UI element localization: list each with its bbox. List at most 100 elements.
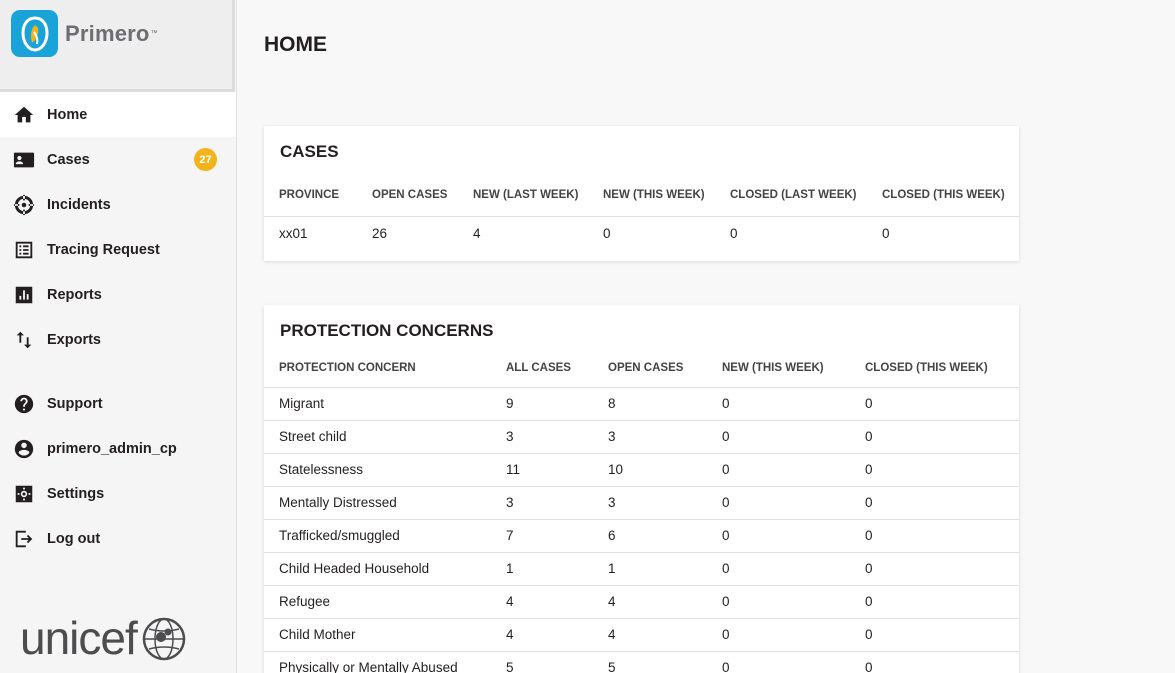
nav-item-incidents[interactable]: Incidents [0, 182, 236, 227]
primero-logo[interactable]: Primero ™ [11, 10, 158, 57]
table-cell: 5 [593, 650, 707, 673]
nav-item-label: Support [47, 395, 103, 412]
nav-item-label: Reports [47, 286, 102, 303]
column-header[interactable]: ALL CASES [491, 343, 593, 387]
table-row[interactable]: Migrant 9 8 0 0 [264, 386, 1019, 420]
table-cell: 3 [593, 419, 707, 453]
cases-card-icon [12, 148, 36, 172]
table-row[interactable]: Street child 3 3 0 0 [264, 419, 1019, 453]
unicef-wordmark: unicef [20, 612, 138, 664]
nav-item-user[interactable]: primero_admin_cp [0, 426, 236, 471]
nav-item-label: Incidents [47, 196, 111, 213]
page-title: HOME [264, 33, 327, 56]
column-header[interactable]: NEW (THIS WEEK) [707, 343, 850, 387]
help-icon [12, 392, 36, 416]
nav-item-label: Tracing Request [47, 241, 160, 258]
table-row[interactable]: Physically or Mentally Abused 5 5 0 0 [264, 650, 1019, 673]
column-header[interactable]: NEW (LAST WEEK) [458, 168, 588, 216]
main-content: HOME CASES PROVINCE OPEN CASES NEW (LAST… [237, 0, 1175, 673]
table-cell: Trafficked/smuggled [264, 518, 491, 552]
table-cell: Child Mother [264, 617, 491, 651]
table-cell: 0 [850, 584, 1019, 618]
table-cell: 9 [491, 386, 593, 420]
table-cell: 1 [491, 551, 593, 585]
table-cell: 0 [707, 551, 850, 585]
table-cell: 0 [588, 215, 715, 250]
table-row[interactable]: Child Headed Household 1 1 0 0 [264, 551, 1019, 585]
user-icon [12, 437, 36, 461]
nav-item-label: Home [47, 106, 88, 123]
table-cell: 0 [707, 485, 850, 519]
protection-concerns-title: PROTECTION CONCERNS [280, 321, 494, 340]
table-cell: 4 [491, 617, 593, 651]
column-header[interactable]: OPEN CASES [593, 343, 707, 387]
nav-item-label: Settings [47, 485, 105, 502]
column-header[interactable]: CLOSED (THIS WEEK) [867, 168, 1019, 216]
table-cell: 0 [850, 518, 1019, 552]
column-header[interactable]: OPEN CASES [357, 168, 458, 216]
nav-item-label: Exports [47, 331, 101, 348]
column-header[interactable]: NEW (THIS WEEK) [588, 168, 715, 216]
table-cell: 7 [491, 518, 593, 552]
column-header[interactable]: CLOSED (LAST WEEK) [715, 168, 867, 216]
table-cell: 0 [850, 551, 1019, 585]
nav-divider [0, 362, 236, 381]
primero-logo-icon [11, 10, 58, 57]
table-row[interactable]: Refugee 4 4 0 0 [264, 584, 1019, 618]
table-cell: 0 [850, 485, 1019, 519]
table-cell: 0 [707, 452, 850, 486]
table-header-row: PROTECTION CONCERN ALL CASES OPEN CASES … [264, 343, 1019, 387]
nav-item-label: Log out [47, 530, 101, 547]
table-cell: 0 [707, 419, 850, 453]
trademark: ™ [150, 30, 158, 37]
table-cell: Mentally Distressed [264, 485, 491, 519]
table-header-row: PROVINCE OPEN CASES NEW (LAST WEEK) NEW … [264, 168, 1019, 216]
table-cell: 0 [850, 617, 1019, 651]
nav-item-tracing-request[interactable]: Tracing Request [0, 227, 236, 272]
table-cell: 4 [458, 215, 588, 250]
column-header[interactable]: PROVINCE [264, 168, 357, 216]
nav-item-support[interactable]: Support [0, 381, 236, 426]
nav-item-settings[interactable]: Settings [0, 471, 236, 516]
table-row[interactable]: Statelessness 11 10 0 0 [264, 452, 1019, 486]
table-cell: 3 [491, 419, 593, 453]
table-cell: Migrant [264, 386, 491, 420]
nav-item-label: primero_admin_cp [47, 440, 177, 457]
table-cell: 26 [357, 215, 458, 250]
table-cell: 0 [850, 452, 1019, 486]
table-cell: 4 [593, 617, 707, 651]
table-row[interactable]: Trafficked/smuggled 7 6 0 0 [264, 518, 1019, 552]
table-cell: 11 [491, 452, 593, 486]
nav-item-logout[interactable]: Log out [0, 516, 236, 561]
sidebar-header: Primero ™ [0, 0, 235, 92]
column-header[interactable]: PROTECTION CONCERN [264, 343, 491, 387]
nav-item-exports[interactable]: Exports [0, 317, 236, 362]
unicef-globe-icon [142, 617, 185, 661]
home-icon [12, 103, 36, 127]
exports-icon [12, 328, 36, 352]
table-cell: 1 [593, 551, 707, 585]
nav-item-cases[interactable]: Cases 27 [0, 137, 236, 182]
table-cell: 6 [593, 518, 707, 552]
table-cell: 0 [707, 650, 850, 673]
table-cell: 0 [715, 215, 867, 250]
table-cell: 4 [593, 584, 707, 618]
table-row[interactable]: Mentally Distressed 3 3 0 0 [264, 485, 1019, 519]
table-cell: 3 [491, 485, 593, 519]
nav-item-home[interactable]: Home [0, 92, 236, 137]
table-row[interactable]: Child Mother 4 4 0 0 [264, 617, 1019, 651]
table-cell: 8 [593, 386, 707, 420]
sidebar: Primero ™ Home Cases 27 Incidents Tracin… [0, 0, 237, 673]
logout-icon [12, 527, 36, 551]
cases-count-badge: 27 [194, 148, 217, 171]
tracing-request-icon [12, 238, 36, 262]
table-cell: 0 [850, 386, 1019, 420]
cases-card: CASES PROVINCE OPEN CASES NEW (LAST WEEK… [264, 126, 1019, 261]
table-row[interactable]: xx01 26 4 0 0 0 [264, 215, 1019, 250]
nav-item-reports[interactable]: Reports [0, 272, 236, 317]
column-header[interactable]: CLOSED (THIS WEEK) [850, 343, 1019, 387]
incidents-icon [12, 193, 36, 217]
table-cell: 0 [850, 650, 1019, 673]
nav-item-label: Cases [47, 151, 90, 168]
reports-icon [12, 283, 36, 307]
